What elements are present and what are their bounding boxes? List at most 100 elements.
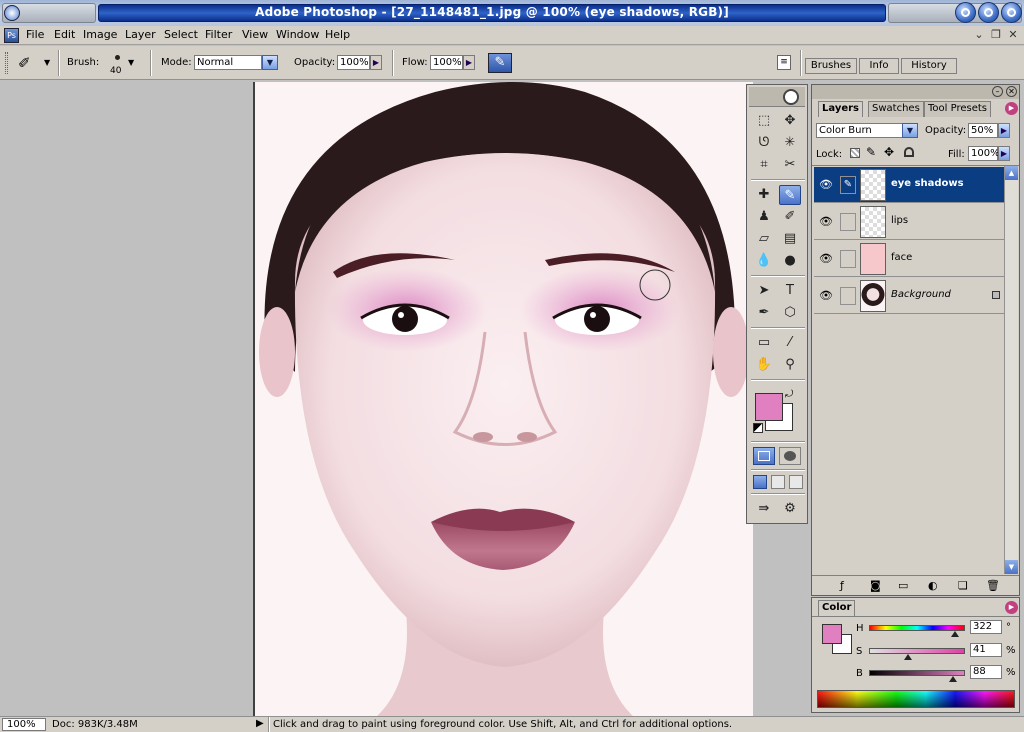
tab-brushes[interactable]: Brushes xyxy=(805,58,857,74)
b-field[interactable]: 88 xyxy=(970,665,1002,679)
magic-wand-tool-icon[interactable]: ✳ xyxy=(779,133,801,153)
close-doc-icon[interactable]: ✕ xyxy=(1006,28,1020,42)
visibility-eye-icon[interactable]: 👁 xyxy=(818,178,834,192)
lock-transparency-icon[interactable] xyxy=(850,148,860,158)
tab-info[interactable]: Info xyxy=(859,58,899,74)
layer-name[interactable]: face xyxy=(891,252,912,263)
minimize-palette-icon[interactable]: – xyxy=(992,86,1003,97)
eraser-tool-icon[interactable]: ▱ xyxy=(753,229,775,249)
scroll-down-icon[interactable]: ▼ xyxy=(1005,560,1018,574)
link-slot[interactable] xyxy=(840,287,856,305)
standard-screen-mode-icon[interactable] xyxy=(753,475,767,489)
pen-tool-icon[interactable]: ✒ xyxy=(753,303,775,323)
new-layer-icon[interactable]: ❏ xyxy=(958,579,968,592)
close-button[interactable] xyxy=(1001,2,1022,23)
layers-scrollbar[interactable]: ▲ ▼ xyxy=(1004,166,1018,574)
color-fg-swatch[interactable] xyxy=(822,624,842,644)
hand-tool-icon[interactable]: ✋ xyxy=(753,355,775,375)
full-screen-mode-icon[interactable] xyxy=(789,475,803,489)
link-slot[interactable] xyxy=(840,250,856,268)
layer-row-eye-shadows[interactable]: 👁 ✎ eye shadows xyxy=(814,167,1004,203)
brush-dropdown-icon[interactable]: ▼ xyxy=(128,58,134,67)
menu-image[interactable]: Image xyxy=(83,28,117,41)
blend-mode-dropdown-icon[interactable]: ▼ xyxy=(902,123,918,138)
visibility-eye-icon[interactable]: 👁 xyxy=(818,289,834,303)
slice-tool-icon[interactable]: ✂ xyxy=(779,155,801,175)
layer-name[interactable]: eye shadows xyxy=(891,178,964,189)
clone-stamp-tool-icon[interactable]: ♟ xyxy=(753,207,775,227)
lock-all-icon[interactable] xyxy=(904,147,914,157)
close-palette-icon[interactable]: ✕ xyxy=(1006,86,1017,97)
opacity-field[interactable]: 100% xyxy=(337,55,370,70)
menu-help[interactable]: Help xyxy=(325,28,350,41)
document-icon[interactable]: Ps xyxy=(4,28,19,43)
swap-colors-icon[interactable]: ⤾ xyxy=(785,389,793,400)
marquee-tool-icon[interactable]: ⬚ xyxy=(753,111,775,131)
s-field[interactable]: 41 xyxy=(970,643,1002,657)
layer-row-face[interactable]: 👁 face xyxy=(814,241,1004,277)
link-slot[interactable] xyxy=(840,213,856,231)
lasso-tool-icon[interactable]: ᘎ xyxy=(753,133,775,153)
brightness-slider-thumb[interactable] xyxy=(949,676,958,682)
add-mask-icon[interactable]: ◙ xyxy=(870,579,881,592)
menu-view[interactable]: View xyxy=(242,28,268,41)
layer-opacity-field[interactable]: 50% xyxy=(968,123,998,138)
status-menu-icon[interactable]: ▶ xyxy=(256,718,264,729)
layer-row-background[interactable]: 👁 Background xyxy=(814,278,1004,314)
menu-select[interactable]: Select xyxy=(164,28,198,41)
full-screen-menu-mode-icon[interactable] xyxy=(771,475,785,489)
path-selection-tool-icon[interactable]: ➤ xyxy=(753,281,775,301)
default-colors-icon[interactable] xyxy=(753,423,763,433)
flow-arrow-icon[interactable]: ▶ xyxy=(463,55,475,70)
toolbox-header[interactable] xyxy=(749,87,805,107)
visibility-eye-icon[interactable]: 👁 xyxy=(818,252,834,266)
layer-row-lips[interactable]: 👁 lips xyxy=(814,204,1004,240)
layer-style-icon[interactable]: ƒ xyxy=(840,579,844,592)
restore-doc-icon[interactable]: ❐ xyxy=(989,28,1003,42)
color-ramp[interactable] xyxy=(817,690,1015,708)
scroll-up-icon[interactable]: ▲ xyxy=(1005,166,1018,180)
layer-name[interactable]: lips xyxy=(891,215,908,226)
adobe-online-icon[interactable] xyxy=(783,89,799,105)
palette-well-icon[interactable]: ≡ xyxy=(777,55,791,70)
adjustment-layer-icon[interactable]: ◐ xyxy=(928,579,938,592)
move-tool-icon[interactable]: ✥ xyxy=(779,111,801,131)
layer-opacity-arrow-icon[interactable]: ▶ xyxy=(998,123,1010,138)
saturation-slider[interactable] xyxy=(869,648,965,654)
opacity-arrow-icon[interactable]: ▶ xyxy=(370,55,382,70)
menu-window[interactable]: Window xyxy=(276,28,319,41)
zoom-tool-icon[interactable]: ⚲ xyxy=(779,355,801,375)
menu-edit[interactable]: Edit xyxy=(54,28,75,41)
visibility-eye-icon[interactable]: 👁 xyxy=(818,215,834,229)
quick-mask-mode-icon[interactable] xyxy=(779,447,801,465)
jump-to-imageready-icon[interactable]: ⇛ xyxy=(753,499,775,519)
tab-history[interactable]: History xyxy=(901,58,957,74)
type-tool-icon[interactable]: T xyxy=(779,281,801,301)
layers-palette-titlebar[interactable]: – ✕ xyxy=(812,85,1019,99)
mode-dropdown-icon[interactable]: ▼ xyxy=(262,55,278,70)
menu-file[interactable]: File xyxy=(26,28,44,41)
history-brush-tool-icon[interactable]: ✐ xyxy=(779,207,801,227)
healing-brush-tool-icon[interactable]: ✚ xyxy=(753,185,775,205)
standard-mode-icon[interactable] xyxy=(753,447,775,465)
eyedropper-tool-icon[interactable]: ⁄ xyxy=(779,333,801,353)
dodge-tool-icon[interactable]: ● xyxy=(779,251,801,271)
menu-filter[interactable]: Filter xyxy=(205,28,232,41)
flow-field[interactable]: 100% xyxy=(430,55,463,70)
color-menu-icon[interactable]: ▶ xyxy=(1005,601,1018,614)
new-set-icon[interactable]: ▭ xyxy=(898,579,908,592)
preset-dropdown-icon[interactable]: ▼ xyxy=(44,58,50,67)
fill-field[interactable]: 100% xyxy=(968,146,1000,161)
chevron-down-icon[interactable]: ⌄ xyxy=(972,28,986,42)
crop-tool-icon[interactable]: ⌗ xyxy=(753,155,775,175)
maximize-button[interactable] xyxy=(978,2,999,23)
fill-arrow-icon[interactable]: ▶ xyxy=(998,146,1010,161)
tab-layers[interactable]: Layers xyxy=(818,101,863,117)
tab-tool-presets[interactable]: Tool Presets xyxy=(924,101,991,117)
tab-color[interactable]: Color xyxy=(818,600,856,616)
app-icon[interactable] xyxy=(4,5,20,21)
minimize-button[interactable] xyxy=(955,2,976,23)
shape-tool-icon[interactable]: ⬡ xyxy=(779,303,801,323)
tab-swatches[interactable]: Swatches xyxy=(868,101,924,117)
airbrush-toggle-icon[interactable]: ✎ xyxy=(488,53,512,73)
